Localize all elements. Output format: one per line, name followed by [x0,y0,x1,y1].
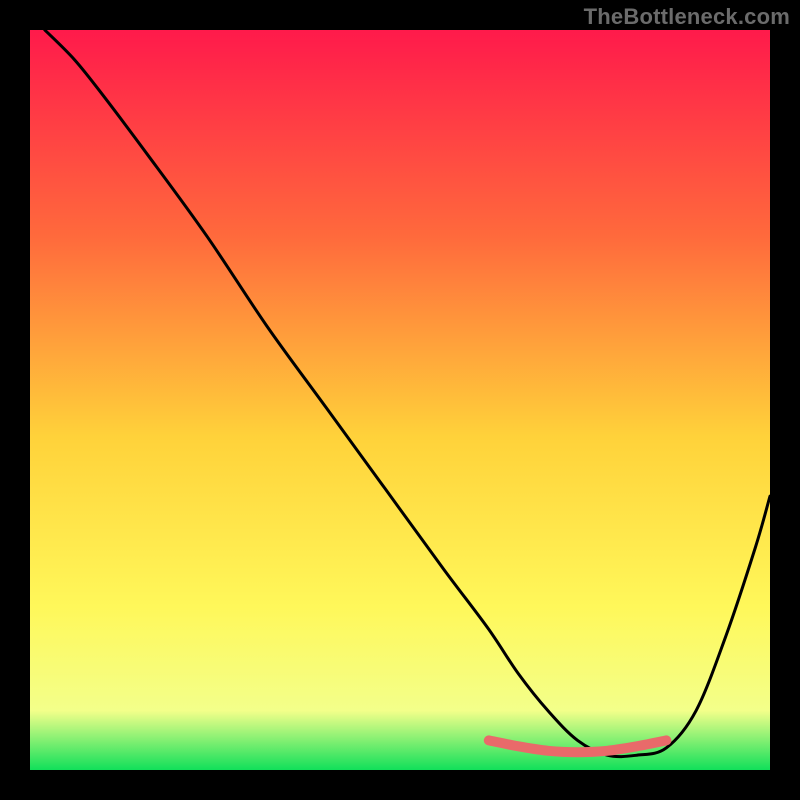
bottleneck-chart [30,30,770,770]
gradient-background [30,30,770,770]
chart-stage: TheBottleneck.com [0,0,800,800]
watermark-text: TheBottleneck.com [584,4,790,30]
